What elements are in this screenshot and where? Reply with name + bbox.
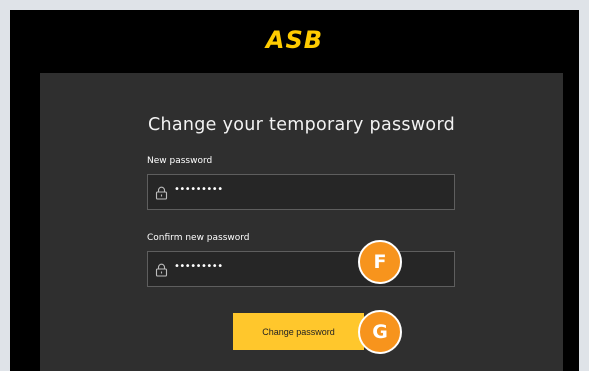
new-password-value: ••••••••• — [174, 184, 223, 195]
confirm-password-field[interactable]: ••••••••• — [147, 251, 455, 287]
lock-icon — [155, 263, 168, 277]
asb-logo: ASB — [265, 26, 324, 54]
app-screen: ASB Change your temporary password New p… — [10, 10, 579, 371]
callout-marker-g: G — [358, 310, 402, 354]
new-password-field[interactable]: ••••••••• — [147, 174, 455, 210]
confirm-password-label: Confirm new password — [147, 233, 250, 243]
page-title: Change your temporary password — [147, 115, 456, 135]
change-password-card: Change your temporary password New passw… — [40, 73, 563, 371]
callout-marker-f: F — [358, 240, 402, 284]
confirm-password-value: ••••••••• — [174, 261, 223, 272]
lock-icon — [155, 186, 168, 200]
new-password-label: New password — [147, 156, 213, 166]
change-password-button[interactable]: Change password — [233, 313, 364, 350]
